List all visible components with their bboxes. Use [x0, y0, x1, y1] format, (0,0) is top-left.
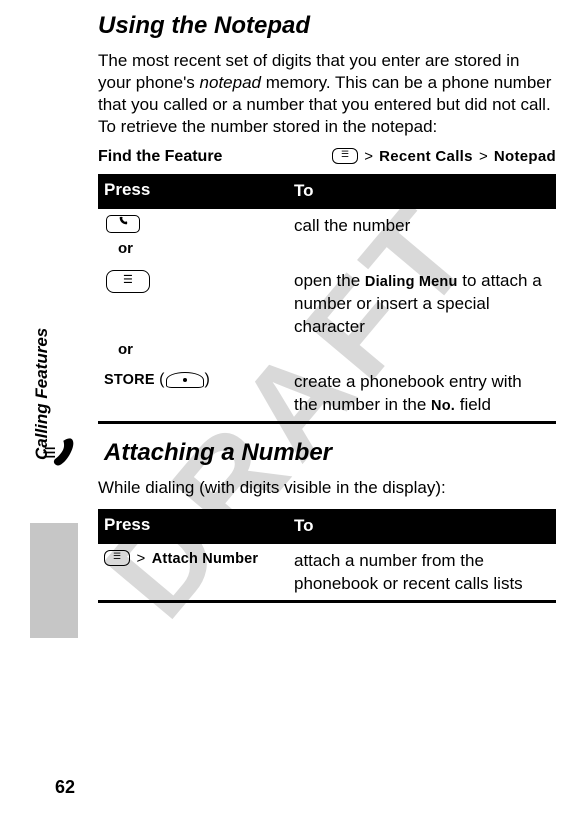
table-row: STORE () create a phonebook entry with t… — [98, 365, 556, 419]
section2-title: Attaching a Number — [104, 439, 332, 467]
page-content: Using the Notepad The most recent set of… — [98, 12, 556, 603]
row2-to: open the Dialing Menu to attach a number… — [294, 270, 550, 339]
menu-key-icon: ☰ — [104, 550, 130, 566]
section1-notepad-word: notepad — [200, 73, 261, 92]
or-label: or — [118, 240, 133, 257]
breadcrumb: ☰ > Recent Calls > Notepad — [332, 148, 556, 166]
row2-bold: Dialing Menu — [365, 274, 458, 290]
attach-number-label: Attach Number — [152, 551, 259, 567]
row3-bold: No. — [431, 398, 455, 414]
table-row-or: or — [98, 240, 556, 264]
row-to: attach a number from the phonebook or re… — [294, 550, 550, 596]
table-row: ☰ open the Dialing Menu to attach a numb… — [98, 264, 556, 341]
table-row: ☰ > Attach Number attach a number from t… — [98, 544, 556, 598]
phone-section-icon — [36, 430, 84, 470]
find-feature-label: Find the Feature — [98, 148, 222, 166]
table-row: call the number — [98, 209, 556, 240]
breadcrumb-notepad: Notepad — [494, 148, 556, 165]
breadcrumb-gt2: > — [479, 148, 488, 165]
breadcrumb-gt1: > — [364, 148, 373, 165]
menu-key-icon: ☰ — [332, 148, 358, 164]
or-label: or — [118, 341, 133, 358]
row2-prefix: open the — [294, 271, 365, 290]
section2-body: While dialing (with digits visible in th… — [98, 477, 556, 499]
row3-to: create a phonebook entry with the number… — [294, 371, 550, 417]
col-to: To — [288, 177, 556, 206]
find-feature-line: Find the Feature ☰ > Recent Calls > Note… — [98, 148, 556, 166]
section1-body: The most recent set of digits that you e… — [98, 50, 556, 138]
row1-to: call the number — [294, 215, 550, 238]
gt: > — [137, 550, 146, 567]
store-label: STORE — [104, 372, 155, 388]
table-row-or: or — [98, 341, 556, 365]
page-number: 62 — [55, 777, 75, 798]
section2-table: Press To ☰ > Attach Number attach a numb… — [98, 509, 556, 603]
row3-suffix: field — [455, 395, 491, 414]
section1-title: Using the Notepad — [98, 12, 556, 40]
col-to: To — [288, 512, 556, 541]
table-end-divider — [98, 600, 556, 603]
call-key-icon — [106, 215, 140, 233]
paren-close: ) — [204, 371, 209, 388]
section1-table: Press To call the number or ☰ open the D… — [98, 174, 556, 424]
breadcrumb-recent-calls: Recent Calls — [379, 148, 473, 165]
paren-open: ( — [155, 371, 165, 388]
table-header: Press To — [98, 174, 556, 209]
table-header: Press To — [98, 509, 556, 544]
col-press: Press — [98, 512, 288, 541]
softkey-icon — [166, 372, 204, 388]
menu-key-icon: ☰ — [106, 270, 150, 293]
col-press: Press — [98, 177, 288, 206]
side-tab — [30, 523, 78, 638]
